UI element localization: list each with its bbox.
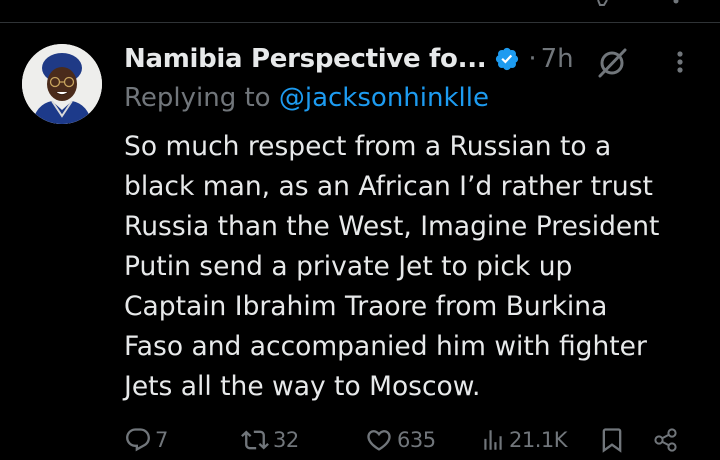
replying-handle-link[interactable]: @jacksonhinklle <box>279 83 489 113</box>
like-button[interactable]: 635 <box>364 425 436 455</box>
timestamp[interactable]: 7h <box>541 44 574 74</box>
repost-button[interactable]: 32 <box>240 425 299 455</box>
avatar[interactable] <box>22 44 102 124</box>
like-count: 635 <box>397 428 436 452</box>
tweet-header: Namibia Perspective fo... · 7h <box>124 39 574 79</box>
grok-icon[interactable] <box>595 46 629 80</box>
reply-icon <box>126 428 150 452</box>
reply-count: 7 <box>155 428 168 452</box>
repost-count: 32 <box>273 428 299 452</box>
views-count: 21.1K <box>509 428 568 452</box>
separator-dot: · <box>528 44 537 74</box>
verified-badge-icon <box>496 47 519 71</box>
avatar-image <box>22 44 102 124</box>
partial-icon <box>673 0 679 4</box>
tweet-text: So much respect from a Russian to a blac… <box>124 131 660 402</box>
repost-icon <box>241 430 269 450</box>
author-name[interactable]: Namibia Perspective fo... <box>124 44 487 74</box>
replying-prefix: Replying to <box>124 83 279 113</box>
views-button[interactable]: 21.1K <box>480 425 568 455</box>
more-options-icon[interactable] <box>668 47 692 77</box>
share-icon <box>654 428 677 452</box>
partial-icon <box>597 0 608 6</box>
tweet-article[interactable]: Namibia Perspective fo... · 7h Replying … <box>0 23 720 460</box>
like-icon <box>367 430 391 451</box>
share-button[interactable] <box>652 425 680 455</box>
reply-button[interactable]: 7 <box>124 425 168 455</box>
views-icon <box>484 430 502 450</box>
bookmark-button[interactable] <box>598 425 626 455</box>
replying-to-line: Replying to @jacksonhinklle <box>124 83 489 113</box>
bookmark-icon <box>602 428 622 453</box>
